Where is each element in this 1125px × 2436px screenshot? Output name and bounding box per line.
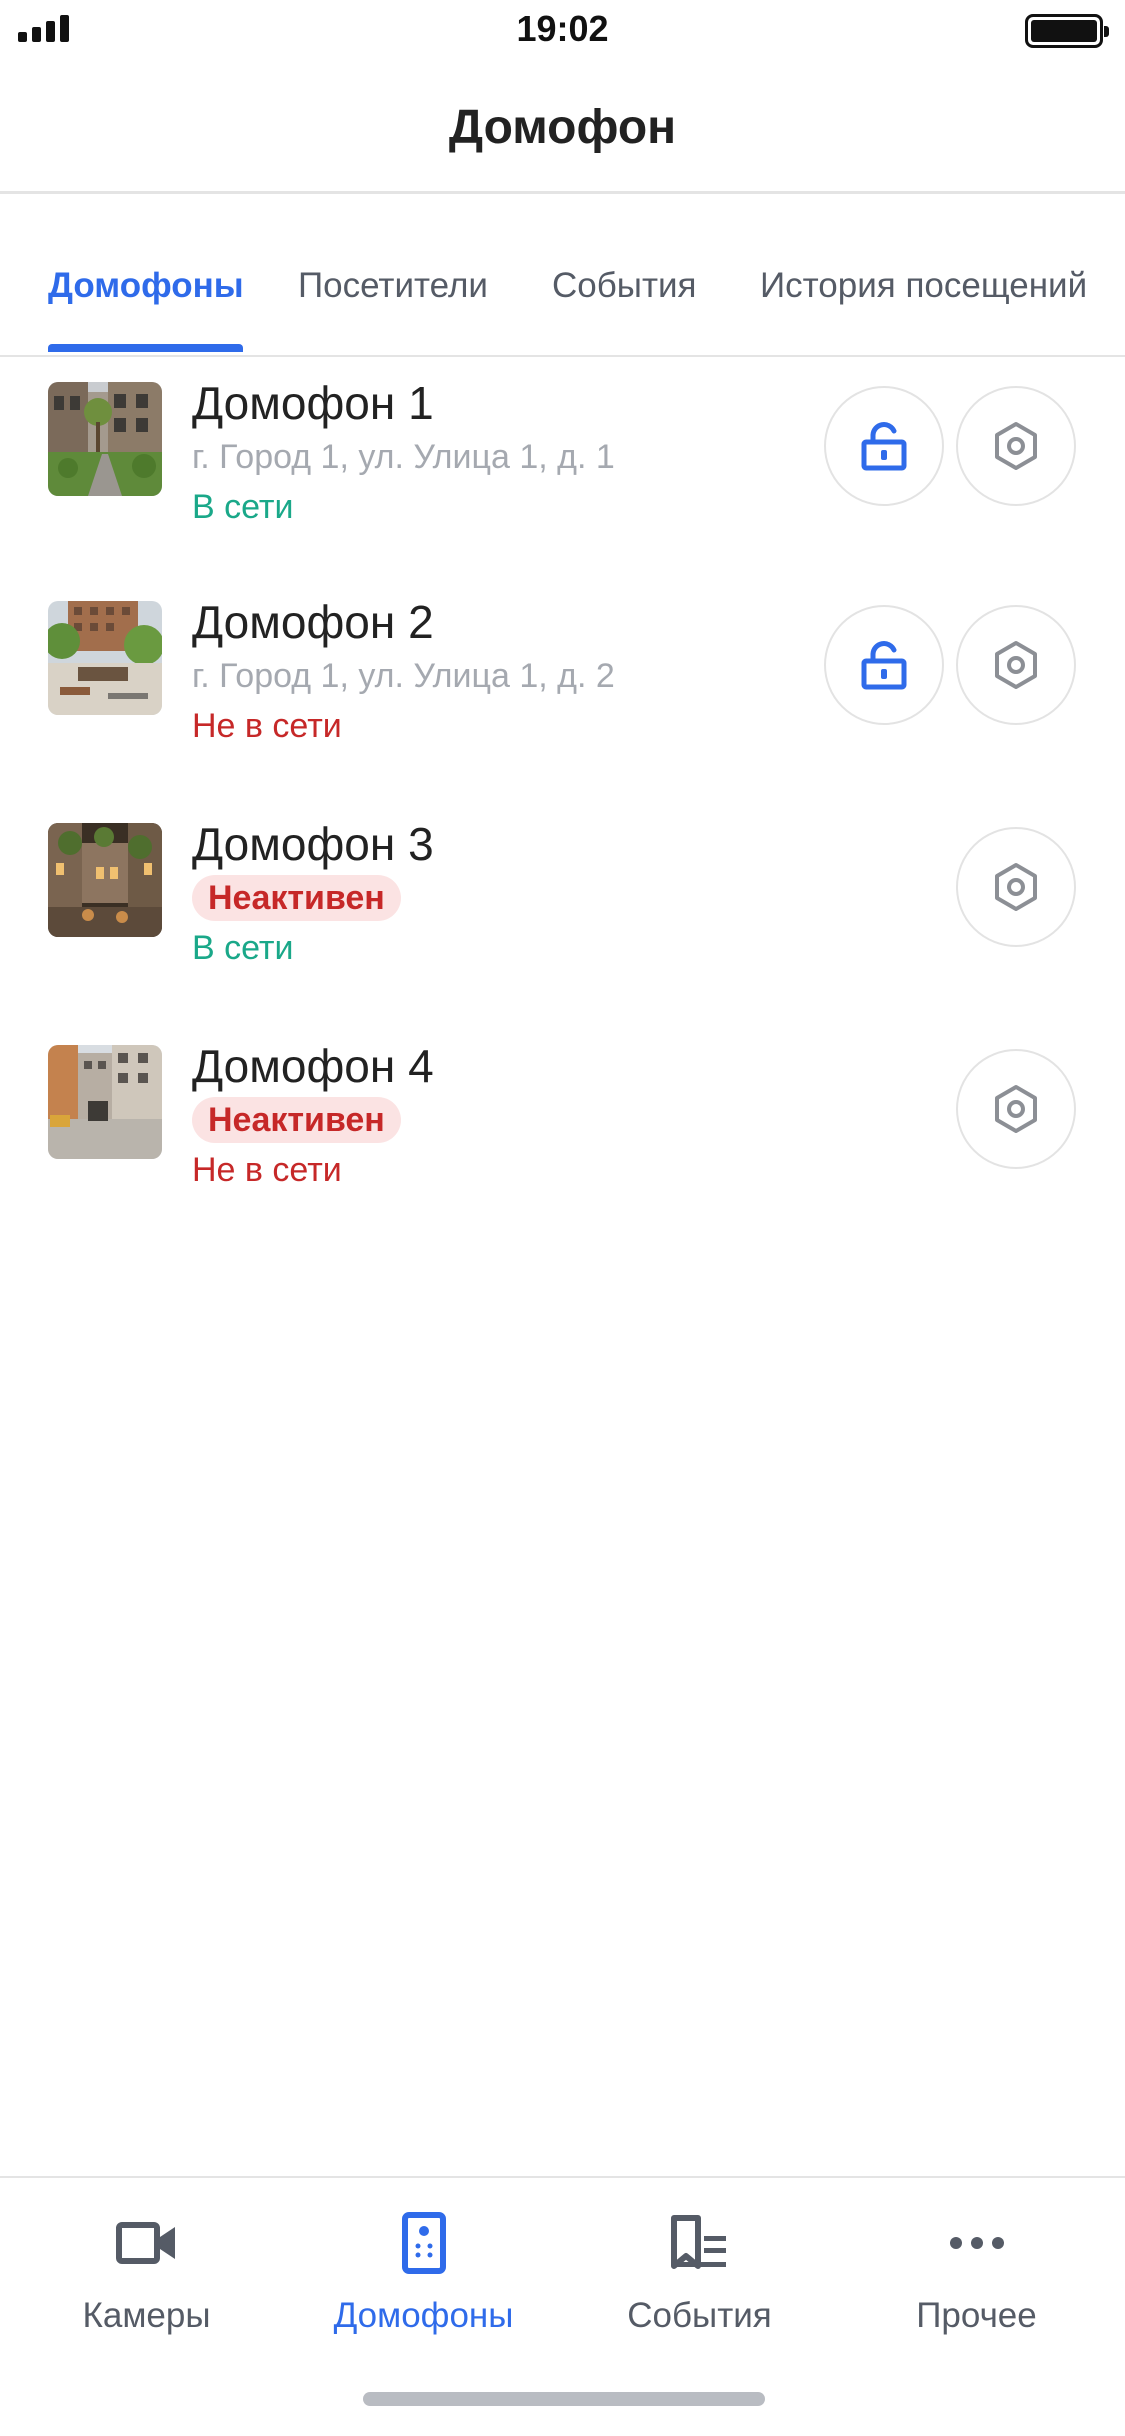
intercom-name: Домофон 4 — [192, 1040, 434, 1092]
nav-intercoms[interactable]: Домофоны — [283, 2208, 564, 2336]
intercom-status: В сети — [192, 488, 294, 526]
intercom-photo — [48, 1045, 162, 1159]
events-icon — [670, 2215, 726, 2269]
unlock-button[interactable] — [824, 605, 944, 725]
intercom-item[interactable]: Домофон 1 г. Город 1, ул. Улица 1, д. 1 … — [0, 362, 1125, 582]
nav-cameras[interactable]: Камеры — [6, 2208, 287, 2336]
tab-visit-history[interactable]: История посещений — [760, 266, 1087, 306]
settings-button[interactable] — [956, 386, 1076, 506]
intercom-status: В сети — [192, 929, 294, 967]
settings-button[interactable] — [956, 1049, 1076, 1169]
intercom-item[interactable]: Домофон 2 г. Город 1, ул. Улица 1, д. 2 … — [0, 581, 1125, 801]
intercom-item[interactable]: Домофон 4 Неактивен Не в сети — [0, 1025, 1125, 1245]
intercom-address: г. Город 1, ул. Улица 1, д. 1 — [192, 438, 615, 476]
inactive-badge: Неактивен — [192, 875, 401, 921]
page-title: Домофон — [448, 101, 677, 154]
tab-visitors[interactable]: Посетители — [298, 266, 488, 306]
intercom-name: Домофон 1 — [192, 377, 434, 429]
intercom-status: Не в сети — [192, 1151, 342, 1189]
tab-bar: Домофоны Посетители События История посе… — [0, 194, 1125, 357]
intercom-photo — [48, 382, 162, 496]
nav-label: Камеры — [82, 2296, 211, 2335]
intercom-name: Домофон 2 — [192, 596, 434, 648]
unlock-icon — [861, 422, 907, 471]
inactive-badge: Неактивен — [192, 1097, 401, 1143]
nav-more[interactable]: Прочее — [836, 2208, 1117, 2336]
battery-icon — [1025, 14, 1109, 48]
intercom-icon — [401, 2212, 446, 2274]
gear-icon — [995, 422, 1037, 470]
nav-events[interactable]: События — [559, 2208, 840, 2336]
gear-icon — [995, 1085, 1037, 1133]
intercom-status: Не в сети — [192, 707, 342, 745]
tab-intercoms[interactable]: Домофоны — [48, 266, 244, 306]
nav-label: События — [627, 2296, 772, 2335]
header: Домофон — [0, 60, 1125, 194]
status-time: 19:02 — [516, 8, 609, 49]
intercom-name: Домофон 3 — [192, 818, 434, 870]
home-indicator[interactable] — [363, 2392, 765, 2406]
tab-events[interactable]: События — [552, 266, 696, 306]
intercom-photo — [48, 601, 162, 715]
settings-button[interactable] — [956, 605, 1076, 725]
gear-icon — [995, 863, 1037, 911]
unlock-icon — [861, 641, 907, 690]
intercom-photo — [48, 823, 162, 937]
nav-label: Домофоны — [333, 2296, 514, 2335]
more-icon — [949, 2237, 1004, 2249]
intercom-item[interactable]: Домофон 3 Неактивен В сети — [0, 803, 1125, 1023]
intercom-address: г. Город 1, ул. Улица 1, д. 2 — [192, 657, 615, 695]
status-bar: 19:02 — [0, 0, 1125, 60]
gear-icon — [995, 641, 1037, 689]
active-tab-indicator — [48, 344, 243, 352]
nav-label: Прочее — [916, 2296, 1037, 2335]
unlock-button[interactable] — [824, 386, 944, 506]
settings-button[interactable] — [956, 827, 1076, 947]
camera-icon — [115, 2222, 175, 2264]
